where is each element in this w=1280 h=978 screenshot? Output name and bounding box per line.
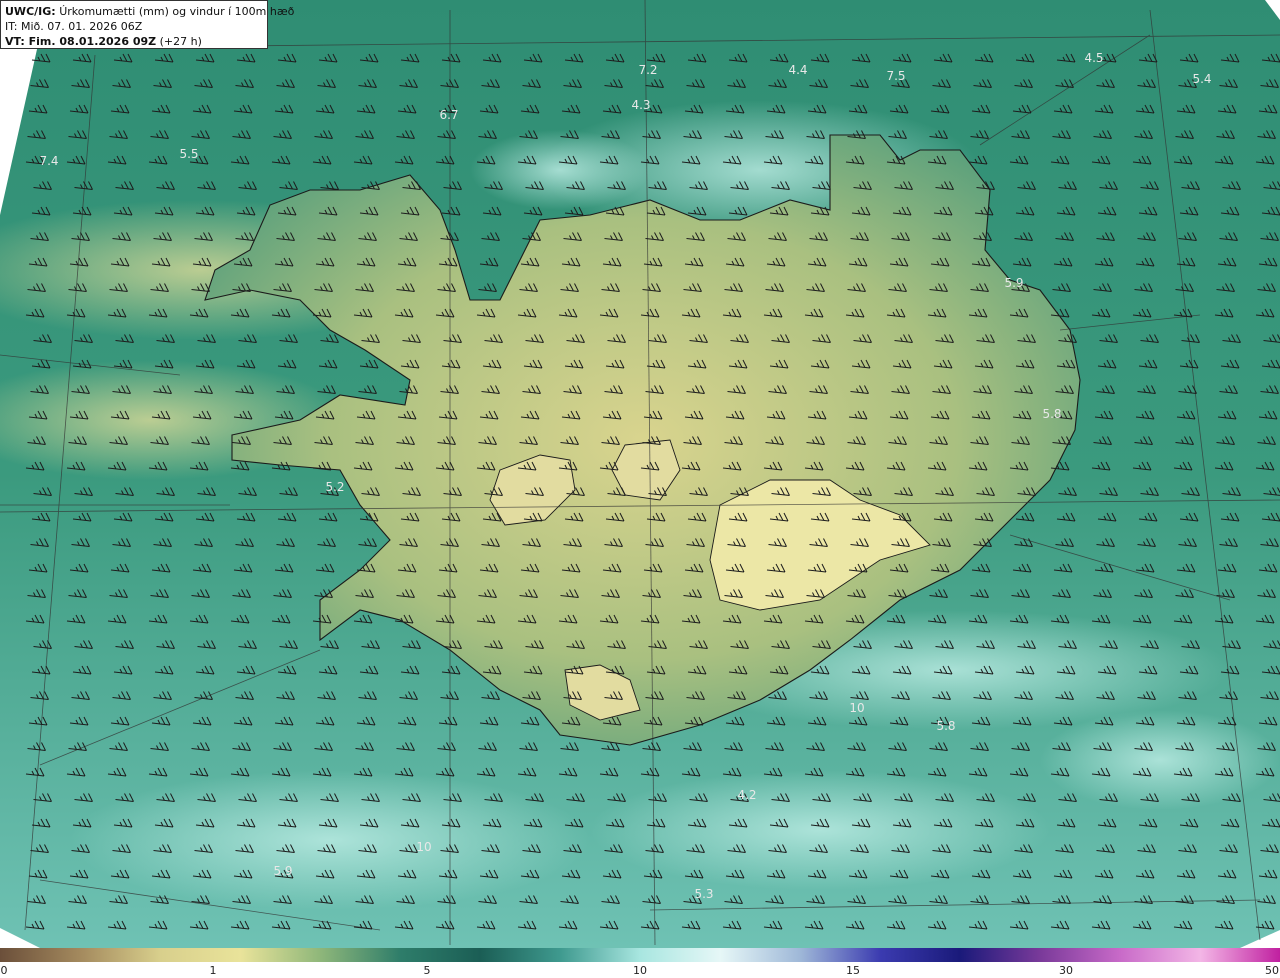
colorbar-tick: 30 xyxy=(1059,964,1073,977)
map-label: 4.4 xyxy=(788,63,807,77)
map-label: 5.3 xyxy=(694,887,713,901)
init-time: IT: Mið. 07. 01. 2026 06Z xyxy=(5,20,143,33)
map-label: 10 xyxy=(849,701,864,715)
weather-map: 7.2 4.4 7.5 4.5 5.4 4.3 6.7 5.5 7.4 5.9 … xyxy=(0,0,1280,948)
colorbar-legend: 0 1 5 10 15 30 50 xyxy=(0,948,1280,978)
map-label: 5.8 xyxy=(1042,407,1061,421)
map-label: 6.7 xyxy=(439,108,458,122)
colorbar-tick: 5 xyxy=(423,964,431,977)
map-label: 7.4 xyxy=(39,154,58,168)
colorbar-tick: 0 xyxy=(0,964,8,977)
valid-time: VT: Fim. 08.01.2026 09Z xyxy=(5,35,157,48)
map-label: 4.5 xyxy=(1084,51,1103,65)
map-label: 5.8 xyxy=(936,719,955,733)
map-label: 5.9 xyxy=(1004,276,1023,290)
map-label: 5.4 xyxy=(1192,72,1211,86)
product-title-line: UWC/IG: Úrkomumætti (mm) og vindur í 100… xyxy=(5,4,294,19)
product-title: Úrkomumætti (mm) og vindur í 100m hæð xyxy=(59,5,295,18)
colorbar-tick: 50 xyxy=(1265,964,1279,977)
lead-time: (+27 h) xyxy=(159,35,202,48)
map-label: 5.9 xyxy=(273,864,292,878)
map-info-box: UWC/IG: Úrkomumætti (mm) og vindur í 100… xyxy=(0,0,294,49)
map-label: 10 xyxy=(416,840,431,854)
map-label: 5.2 xyxy=(325,480,344,494)
map-label: 4.3 xyxy=(631,98,650,112)
map-label: 7.2 xyxy=(638,63,657,77)
product-code: UWC/IG: xyxy=(5,5,56,18)
map-label: 5.5 xyxy=(179,147,198,161)
colorbar-gradient xyxy=(0,948,1280,962)
colorbar-tick: 1 xyxy=(209,964,217,977)
map-label: 4.2 xyxy=(737,788,756,802)
map-label: 7.5 xyxy=(886,69,905,83)
colorbar-tick: 10 xyxy=(633,964,647,977)
colorbar-tick: 15 xyxy=(846,964,860,977)
valid-time-line: VT: Fim. 08.01.2026 09Z (+27 h) xyxy=(5,34,263,49)
